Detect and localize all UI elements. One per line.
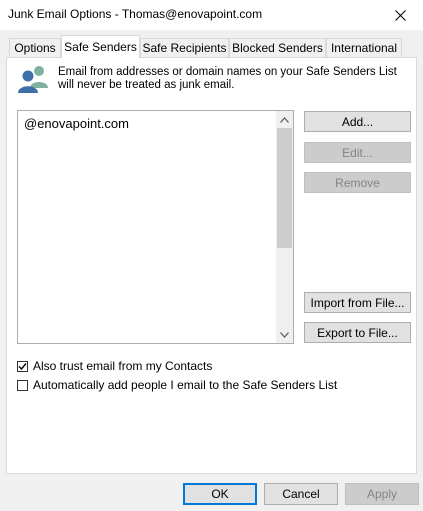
- tab-international[interactable]: International: [326, 38, 402, 57]
- list-item[interactable]: @enovapoint.com: [24, 116, 129, 131]
- tab-label: Options: [14, 41, 56, 55]
- safe-senders-list[interactable]: @enovapoint.com: [17, 110, 294, 344]
- auto-add-option[interactable]: Automatically add people I email to the …: [17, 378, 337, 392]
- import-from-file-button[interactable]: Import from File...: [304, 292, 411, 313]
- people-icon: [17, 64, 51, 97]
- tab-label: International: [330, 41, 398, 55]
- scroll-up-button[interactable]: [276, 111, 293, 128]
- tab-blocked-senders[interactable]: Blocked Senders: [229, 38, 326, 57]
- tab-label: Blocked Senders: [232, 41, 323, 55]
- info-text: Email from addresses or domain names on …: [58, 66, 397, 91]
- vertical-scrollbar[interactable]: [276, 111, 293, 343]
- tab-label: Safe Recipients: [142, 41, 227, 55]
- checkmark-icon: [18, 362, 27, 370]
- edit-button[interactable]: Edit...: [304, 142, 411, 163]
- window-title: Junk Email Options - Thomas@enovapoint.c…: [8, 7, 263, 21]
- ok-button[interactable]: OK: [183, 483, 257, 505]
- close-button[interactable]: [377, 0, 423, 30]
- apply-button[interactable]: Apply: [345, 483, 419, 505]
- close-icon: [394, 9, 406, 21]
- scrollbar-thumb[interactable]: [277, 128, 292, 248]
- auto-add-checkbox[interactable]: [17, 379, 28, 391]
- tab-safe-recipients[interactable]: Safe Recipients: [140, 38, 229, 57]
- export-to-file-button[interactable]: Export to File...: [304, 322, 411, 343]
- safe-senders-panel: Email from addresses or domain names on …: [6, 57, 417, 474]
- tab-safe-senders[interactable]: Safe Senders: [61, 35, 140, 58]
- chevron-down-icon: [280, 331, 289, 338]
- tab-label: Safe Senders: [64, 40, 137, 54]
- trust-contacts-option[interactable]: Also trust email from my Contacts: [17, 359, 212, 373]
- scroll-down-button[interactable]: [276, 326, 293, 343]
- checkbox-label: Automatically add people I email to the …: [33, 378, 338, 392]
- chevron-up-icon: [280, 116, 289, 123]
- remove-button[interactable]: Remove: [304, 172, 411, 193]
- cancel-button[interactable]: Cancel: [264, 483, 338, 505]
- title-bar: Junk Email Options - Thomas@enovapoint.c…: [0, 0, 423, 30]
- add-button[interactable]: Add...: [304, 111, 411, 132]
- tab-options[interactable]: Options: [9, 38, 61, 57]
- trust-contacts-checkbox[interactable]: [17, 360, 28, 372]
- checkbox-label: Also trust email from my Contacts: [33, 359, 213, 373]
